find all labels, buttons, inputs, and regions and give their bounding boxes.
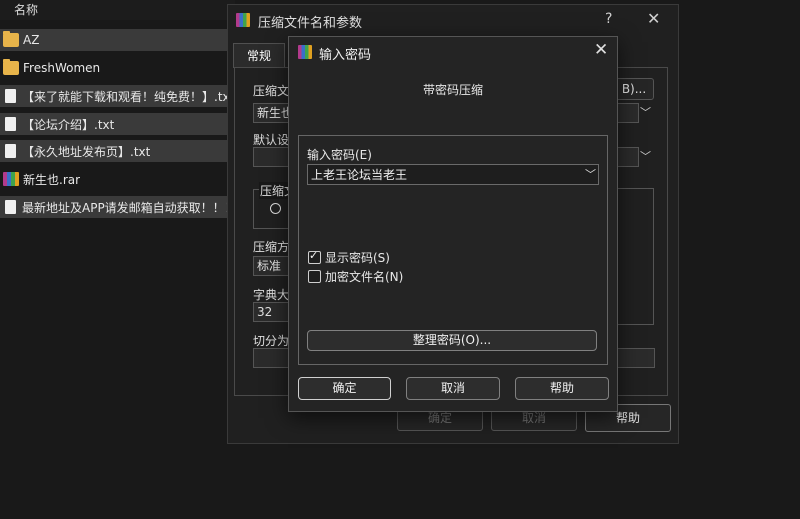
text-file-icon [5,200,16,214]
file-row-rar[interactable]: 新生也.rar [0,168,235,190]
folder-icon [3,59,19,75]
file-name: 【来了就能下载和观看！纯免费！】.txt [22,89,235,104]
file-row-forum-intro-txt[interactable]: 【论坛介绍】.txt [0,113,235,135]
password-combo[interactable]: ﹀ [307,164,599,185]
encrypt-filenames-label: 加密文件名(N) [325,270,404,284]
default-profile-label: 默认设 [253,133,290,147]
file-name: 【论坛介绍】.txt [22,117,115,132]
file-name: 新生也.rar [23,172,81,187]
file-row-app-info[interactable]: 最新地址及APP请发邮箱自动获取！！！ [0,196,235,218]
method-label: 压缩方 [253,240,290,254]
ok-button[interactable]: 确定 [298,377,391,400]
dialog-heading: 带密码压缩 [422,83,483,97]
cancel-button[interactable]: 取消 [406,377,500,400]
checkbox-unchecked-icon[interactable] [308,270,321,283]
file-row-freshwomen[interactable]: FreshWomen [0,57,235,79]
help-button[interactable]: 帮助 [515,377,609,400]
dictionary-label: 字典大 [253,288,290,302]
options-group [614,188,654,325]
browse-button[interactable]: B)... [614,78,654,100]
file-row-address-txt[interactable]: 【永久地址发布页】.txt [0,140,235,162]
show-password-label: 显示密码(S) [325,251,390,265]
folder-icon [3,31,19,47]
file-name: AZ [23,33,40,47]
text-file-icon [5,117,16,131]
password-label: 输入密码(E) [307,148,372,162]
dictionary-select[interactable]: 32 [253,302,290,322]
rar-archive-icon [3,172,19,186]
column-name-label: 名称 [14,3,39,17]
method-select[interactable]: 标准 [253,256,290,276]
tab-general[interactable]: 常规 [233,43,285,68]
text-file-icon [5,89,16,103]
chevron-down-icon[interactable]: ﹀ [640,104,651,120]
winrar-icon [236,13,250,27]
column-header-name[interactable]: 名称 [0,0,235,20]
password-input[interactable] [308,165,584,184]
archive-name-field[interactable]: 新生也 [253,103,293,123]
archive-name-label: 压缩文 [253,84,290,98]
file-name: FreshWomen [23,61,101,75]
file-name: 【永久地址发布页】.txt [22,144,151,159]
password-dialog: 输入密码 ✕ 带密码压缩 输入密码(E) ﹀ 显示密码(S) 加密文件名(N) … [288,36,618,412]
file-row-free-txt[interactable]: 【来了就能下载和观看！纯免费！】.txt [0,85,235,107]
checkbox-checked-icon[interactable] [308,249,321,264]
chevron-down-icon[interactable]: ﹀ [640,148,651,164]
show-password-checkbox[interactable]: 显示密码(S) [308,249,390,266]
dialog-title: 压缩文件名和参数 [258,16,363,31]
password-dialog-title: 输入密码 [319,48,372,63]
winrar-icon [298,45,312,59]
file-name: 最新地址及APP请发邮箱自动获取！！！ [22,200,235,215]
encrypt-filenames-checkbox[interactable]: 加密文件名(N) [308,268,403,285]
help-icon[interactable]: ? [605,11,612,27]
split-select[interactable] [253,348,290,368]
organize-passwords-button[interactable]: 整理密码(O)... [307,330,597,351]
close-icon[interactable]: ✕ [594,40,608,60]
format-radio[interactable] [270,203,281,214]
file-row-az[interactable]: AZ [0,29,235,51]
profile-select[interactable] [253,147,290,167]
split-label: 切分为 [253,334,290,348]
split-select-end[interactable] [614,348,655,368]
chevron-down-icon[interactable]: ﹀ [585,166,596,182]
text-file-icon [5,144,16,158]
close-icon[interactable]: ✕ [647,9,660,28]
